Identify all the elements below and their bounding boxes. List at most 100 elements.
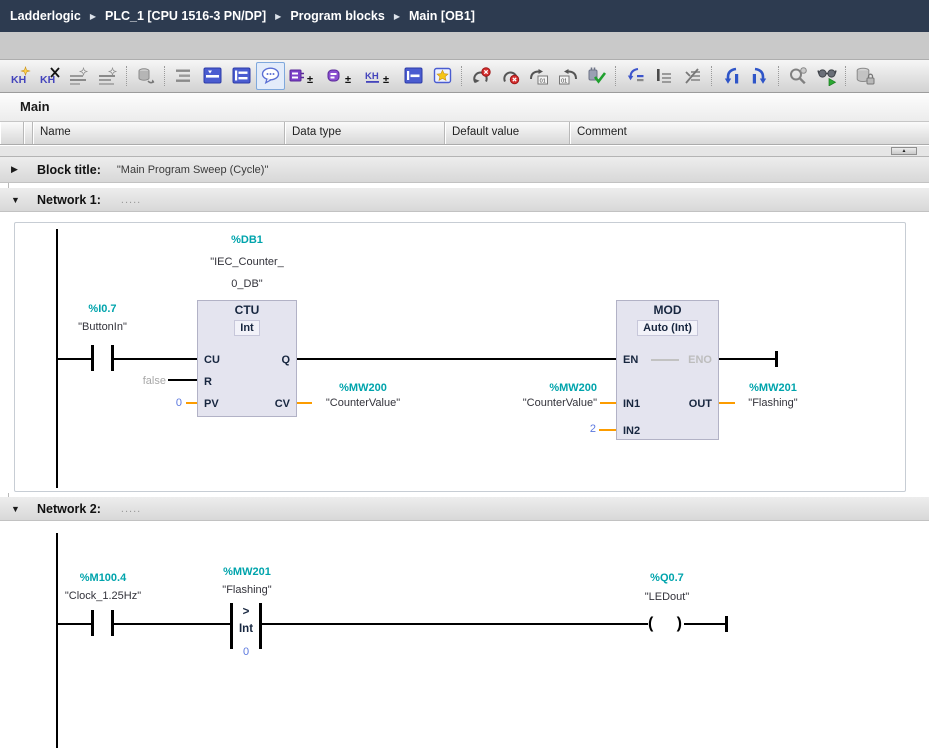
breadcrumb-project[interactable]: Ladderlogic	[10, 9, 81, 23]
network-1-header[interactable]: ▼ Network 1: .....	[0, 188, 929, 212]
comparator-type[interactable]: Int	[230, 622, 262, 636]
db-instance-name-line2[interactable]: 0_DB"	[172, 277, 322, 291]
toggle-network-comments-icon[interactable]	[256, 62, 285, 90]
mod-type-dropdown[interactable]: Auto (Int)	[637, 320, 698, 336]
network-1-selection-frame	[14, 222, 906, 492]
collapse-all-networks-icon[interactable]	[227, 62, 256, 90]
coil-symbol[interactable]: ( )	[648, 613, 682, 635]
collapse-network-2-icon[interactable]: ▼	[0, 504, 31, 514]
block-title-value[interactable]: "Main Program Sweep (Cycle)"	[117, 164, 268, 176]
block-title-row[interactable]: ▶ Block title: "Main Program Sweep (Cycl…	[0, 157, 929, 183]
out-operand-name[interactable]: "Flashing"	[730, 396, 816, 410]
network-2-canvas[interactable]: %M100.4 "Clock_1.25Hz" > Int 0 %MW201 "F…	[0, 521, 929, 750]
cv-operand-address[interactable]: %MW200	[308, 381, 418, 395]
network-display-icon[interactable]	[399, 62, 428, 90]
network-2-comment[interactable]: .....	[121, 503, 141, 515]
expand-all-networks-icon[interactable]	[198, 62, 227, 90]
network-1-canvas[interactable]: %I0.7 "ButtonIn" %DB1 "IEC_Counter_ 0_DB…	[0, 212, 929, 493]
expand-block-title-icon[interactable]: ▶	[0, 164, 31, 175]
column-header-name[interactable]: Name	[33, 122, 285, 144]
in1-operand-address[interactable]: %MW200	[482, 381, 597, 395]
out-operand-address[interactable]: %MW201	[730, 381, 816, 395]
insert-network-icon[interactable]: KH	[6, 62, 35, 90]
column-header-data-type[interactable]: Data type	[285, 122, 445, 144]
row-selector-column[interactable]	[0, 122, 24, 144]
mod-pin-en[interactable]: EN	[623, 353, 638, 367]
clock-contact-address[interactable]: %M100.4	[33, 571, 173, 585]
go-to-previous-jump-icon[interactable]	[620, 62, 649, 90]
ctu-pin-pv[interactable]: PV	[204, 397, 219, 411]
browse-scope-icon[interactable]	[783, 62, 812, 90]
data-wire	[599, 429, 616, 431]
contact-bar	[91, 610, 94, 636]
cv-operand-name[interactable]: "CounterValue"	[308, 396, 418, 410]
coil-name[interactable]: "LEDout"	[600, 590, 734, 604]
ctu-pv-value[interactable]: 0	[142, 396, 182, 410]
interface-splitter[interactable]: ▲	[0, 146, 929, 157]
contact-address[interactable]: %I0.7	[40, 302, 165, 316]
ctu-r-value[interactable]: false	[96, 374, 166, 388]
collapse-interface-button[interactable]: ▲	[891, 147, 917, 155]
refresh-block-calls-icon[interactable]	[131, 62, 160, 90]
mod-pin-eno[interactable]: ENO	[688, 353, 712, 367]
save-window-layout-icon[interactable]: 01	[524, 62, 553, 90]
restore-window-layout-icon[interactable]: 01	[553, 62, 582, 90]
cross-reference-icon[interactable]	[678, 62, 707, 90]
column-header-comment[interactable]: Comment	[570, 122, 929, 144]
delete-network-icon[interactable]: KH	[35, 62, 64, 90]
column-header-default-value[interactable]: Default value	[445, 122, 570, 144]
data-block-access-icon[interactable]	[850, 62, 879, 90]
collapse-network-1-icon[interactable]: ▼	[0, 195, 31, 205]
undo-error-icon[interactable]	[466, 62, 495, 90]
outline-view-icon[interactable]	[169, 62, 198, 90]
insert-row-icon[interactable]	[64, 62, 93, 90]
wire	[58, 358, 91, 360]
symbol-information-icon[interactable]: KH±	[361, 62, 399, 90]
contact-name[interactable]: "ButtonIn"	[40, 320, 165, 334]
go-to-next-icon[interactable]	[745, 62, 774, 90]
svg-text:±: ±	[307, 74, 313, 86]
operand-representation-icon[interactable]: ±	[323, 62, 361, 90]
in1-operand-name[interactable]: "CounterValue"	[482, 396, 597, 410]
comparator-value[interactable]: 0	[230, 645, 262, 659]
ctu-pin-q[interactable]: Q	[281, 353, 290, 367]
mod-pin-in1[interactable]: IN1	[623, 397, 640, 411]
ctu-pin-cv[interactable]: CV	[275, 397, 290, 411]
ctu-type-dropdown[interactable]: Int	[234, 320, 259, 336]
ctu-counter-block[interactable]: CTU Int CU R PV Q CV	[197, 300, 297, 417]
network-2-header[interactable]: ▼ Network 2: .....	[0, 497, 929, 521]
network-1-comment[interactable]: .....	[121, 194, 141, 206]
mod-pin-out[interactable]: OUT	[689, 397, 712, 411]
in2-value[interactable]: 2	[556, 422, 596, 436]
breadcrumb-arrow-icon: ▶	[275, 12, 281, 21]
comparator-name[interactable]: "Flashing"	[180, 583, 314, 597]
go-to-previous-icon[interactable]	[716, 62, 745, 90]
ctu-pin-r[interactable]: R	[204, 375, 212, 389]
db-instance-name-line1[interactable]: "IEC_Counter_	[172, 255, 322, 269]
wire	[684, 623, 726, 625]
consistency-check-icon[interactable]	[582, 62, 611, 90]
wire	[114, 358, 197, 360]
clock-contact-name[interactable]: "Clock_1.25Hz"	[33, 589, 173, 603]
svg-text:±: ±	[383, 74, 389, 86]
add-row-icon[interactable]	[93, 62, 122, 90]
breadcrumb-program-blocks[interactable]: Program blocks	[290, 9, 384, 23]
favorites-icon[interactable]	[428, 62, 457, 90]
contact-bar	[91, 345, 94, 371]
comparator-operator[interactable]: >	[230, 605, 262, 619]
breadcrumb-block[interactable]: Main [OB1]	[409, 9, 475, 23]
toolbar-separator	[461, 66, 462, 86]
absolute-operand-info-icon[interactable]: ±	[285, 62, 323, 90]
mod-pin-in2[interactable]: IN2	[623, 424, 640, 438]
db-instance-address[interactable]: %DB1	[172, 233, 322, 247]
collapse-arrow-icon: ▲	[902, 148, 907, 154]
ctu-pin-cu[interactable]: CU	[204, 353, 220, 367]
comparator-address[interactable]: %MW201	[180, 565, 314, 579]
breadcrumb-plc[interactable]: PLC_1 [CPU 1516-3 PN/DP]	[105, 9, 266, 23]
insert-empty-line-icon[interactable]	[649, 62, 678, 90]
mod-block[interactable]: MOD Auto (Int) EN ENO IN1 IN2 OUT	[616, 300, 719, 440]
toolbar-separator	[711, 66, 712, 86]
coil-address[interactable]: %Q0.7	[600, 571, 734, 585]
redo-error-icon[interactable]	[495, 62, 524, 90]
monitoring-on-off-icon[interactable]	[812, 62, 841, 90]
